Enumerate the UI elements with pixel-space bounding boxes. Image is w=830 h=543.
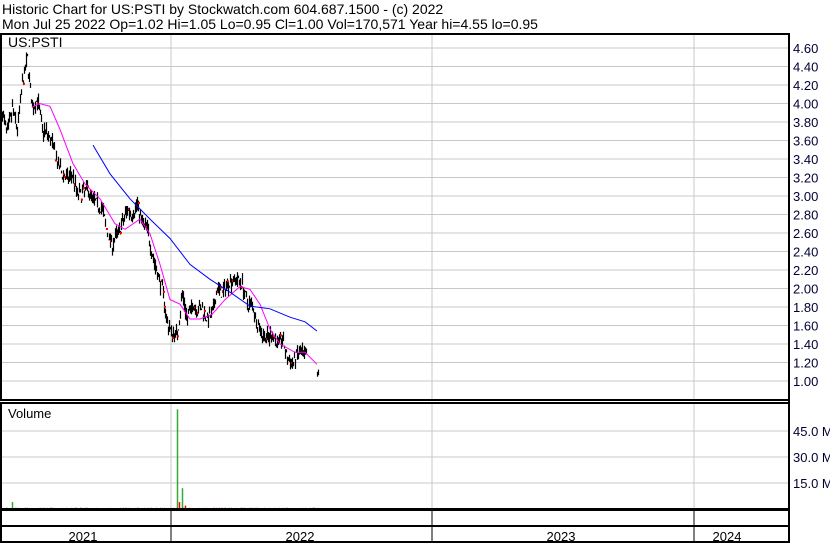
price-tick-label: 3.80 bbox=[793, 115, 818, 130]
volume-label: Volume bbox=[8, 406, 51, 421]
price-tick-label: 4.20 bbox=[793, 78, 818, 93]
price-tick-label: 3.20 bbox=[793, 171, 818, 186]
price-tick-label: 2.60 bbox=[793, 226, 818, 241]
price-tick-label: 3.00 bbox=[793, 189, 818, 204]
price-tick-label: 4.40 bbox=[793, 60, 818, 75]
year-label: 2023 bbox=[547, 529, 576, 543]
price-tick-label: 2.40 bbox=[793, 245, 818, 260]
volume-panel-border bbox=[0, 402, 790, 510]
price-tick-label: 2.00 bbox=[793, 282, 818, 297]
price-close-marker bbox=[227, 280, 229, 283]
price-close-marker bbox=[163, 290, 165, 293]
price-close-marker bbox=[164, 305, 166, 308]
symbol-label: US:PSTI bbox=[8, 34, 62, 50]
price-tick-label: 3.60 bbox=[793, 134, 818, 149]
price-tick-label: 1.40 bbox=[793, 337, 818, 352]
price-close-marker bbox=[204, 309, 206, 312]
year-label: 2021 bbox=[69, 529, 98, 543]
price-close-marker bbox=[23, 82, 25, 85]
price-tick-label: 1.60 bbox=[793, 319, 818, 334]
volume-tick-label: 45.0 M bbox=[793, 424, 830, 439]
price-tick-label: 4.60 bbox=[793, 41, 818, 56]
price-close-marker bbox=[120, 231, 122, 234]
price-close-marker bbox=[83, 187, 85, 190]
price-close-marker bbox=[81, 198, 83, 201]
price-tick-label: 1.20 bbox=[793, 356, 818, 371]
price-tick-label: 2.80 bbox=[793, 208, 818, 223]
price-close-marker bbox=[177, 335, 179, 338]
stock-chart: US:PSTI Volume 4.60 4.40 4.20 4.00 3.80 3.60 3… bbox=[0, 33, 830, 543]
year-label: 2022 bbox=[286, 529, 315, 543]
price-tick-label: 1.00 bbox=[793, 374, 818, 389]
price-tick-label: 4.00 bbox=[793, 97, 818, 112]
moving-average-long-line bbox=[92, 144, 318, 332]
price-close-marker bbox=[172, 336, 174, 339]
volume-tick-label: 30.0 M bbox=[793, 450, 830, 465]
price-close-marker bbox=[280, 334, 282, 337]
price-tick-label: 1.80 bbox=[793, 300, 818, 315]
price-panel-border bbox=[0, 33, 790, 401]
year-label: 2024 bbox=[713, 529, 742, 543]
price-tick-label: 3.40 bbox=[793, 152, 818, 167]
volume-tick-label: 15.0 M bbox=[793, 476, 830, 491]
price-close-marker bbox=[138, 202, 140, 205]
price-tick-label: 2.20 bbox=[793, 263, 818, 278]
price-close-marker bbox=[106, 227, 108, 230]
